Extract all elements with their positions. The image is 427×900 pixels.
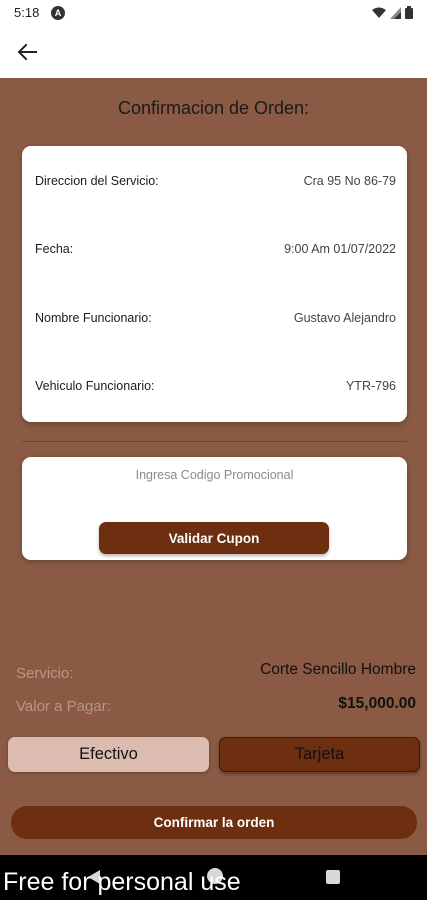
page-title: Confirmacion de Orden: — [117, 98, 310, 118]
app-bar — [0, 26, 427, 78]
pay-card-button[interactable]: Tarjeta — [219, 737, 420, 772]
detail-value: 9:00 Am 01/07/2022 — [284, 242, 396, 256]
detail-value: Gustavo Alejandro — [293, 311, 396, 325]
detail-label: Nombre Funcionario: — [35, 311, 152, 325]
detail-label: Vehiculo Funcionario: — [35, 379, 155, 393]
battery-icon — [405, 6, 413, 19]
divider — [22, 441, 407, 442]
confirm-order-button[interactable]: Confirmar la orden — [11, 806, 417, 839]
wifi-icon — [372, 7, 386, 18]
app-notification-icon: A — [51, 6, 65, 20]
status-icons — [372, 6, 413, 19]
detail-value: Cra 95 No 86-79 — [303, 174, 396, 188]
detail-row-address: Direccion del Servicio: Cra 95 No 86-79 — [35, 174, 396, 188]
detail-label: Direccion del Servicio: — [35, 174, 159, 188]
nav-recents-icon[interactable] — [326, 870, 340, 884]
order-details-card: Direccion del Servicio: Cra 95 No 86-79 … — [22, 146, 407, 422]
watermark: Free for personal use — [3, 868, 241, 896]
status-bar: 5:18 A — [0, 0, 427, 26]
back-button[interactable] — [12, 38, 42, 66]
service-label: Servicio: — [16, 665, 74, 682]
detail-row-date: Fecha: 9:00 Am 01/07/2022 — [35, 242, 396, 256]
promo-code-card: Validar Cupon — [22, 457, 407, 560]
amount-label: Valor a Pagar: — [16, 698, 111, 715]
status-time: 5:18 — [14, 5, 40, 20]
service-value: Corte Sencillo Hombre — [260, 661, 416, 678]
detail-row-employee-name: Nombre Funcionario: Gustavo Alejandro — [35, 311, 396, 325]
promo-code-input[interactable] — [32, 463, 397, 487]
signal-icon — [390, 6, 401, 19]
detail-row-employee-vehicle: Vehiculo Funcionario: YTR-796 — [35, 379, 396, 393]
detail-value: YTR-796 — [345, 379, 396, 393]
detail-label: Fecha: — [35, 242, 74, 256]
amount-value: $15,000.00 — [338, 695, 416, 712]
validate-coupon-button[interactable]: Validar Cupon — [99, 522, 329, 554]
arrow-left-icon — [17, 43, 37, 61]
pay-cash-button[interactable]: Efectivo — [8, 737, 209, 772]
